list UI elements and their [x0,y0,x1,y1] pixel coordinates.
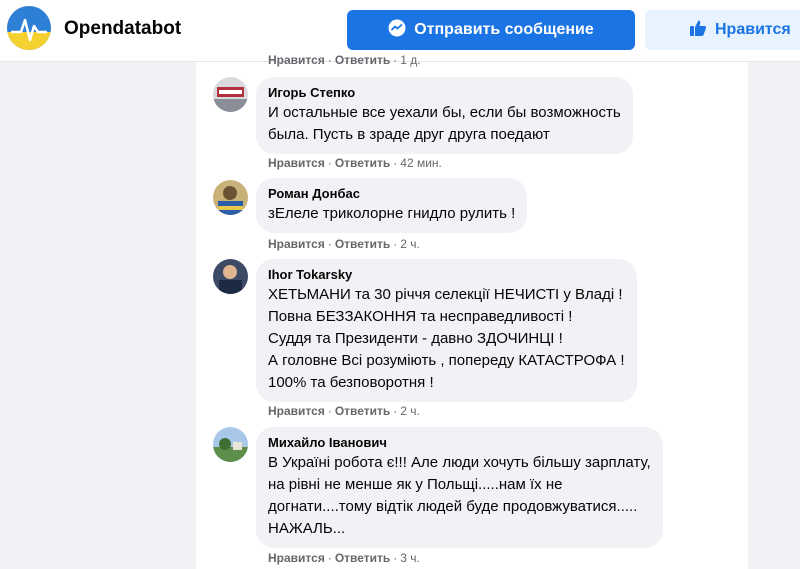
messenger-icon [388,19,406,42]
comment-text-line: зЕлеле триколорне гнидло рулить ! [268,205,516,222]
comment-author[interactable]: Роман Донбас [268,185,515,203]
avatar[interactable] [213,259,248,294]
reply-comment-link[interactable]: Ответить [335,53,390,67]
comment-text-line: Суддя та Президенти - давно ЗДОЧИНЦІ ! [268,330,563,347]
like-comment-link[interactable]: Нравится [268,237,325,251]
comment-bubble: Ihor Tokarsky ХЕТЬМАНИ та 30 річчя селек… [256,259,637,402]
avatar[interactable] [213,180,248,215]
comment-text-line: В Україні робота є!!! Але люди хочуть бі… [268,454,651,471]
send-message-button[interactable]: Отправить сообщение [347,10,635,50]
avatar[interactable] [213,427,248,462]
comment-text-line: И остальные все уехали бы, если бы возмо… [268,104,621,121]
comment-text-line: ХЕТЬМАНИ та 30 річчя селекції НЕЧИСТІ у … [268,286,623,303]
comment-author[interactable]: Ihor Tokarsky [268,266,625,284]
comment-text-line: 100% та безповоротня ! [268,374,434,391]
comment-timestamp[interactable]: 1 д. [400,53,420,67]
page-logo[interactable] [7,6,51,50]
comment-text-line: догнати....тому відтік людей буде продов… [268,498,638,515]
comment-meta-row: Нравится · Ответить · 42 мин. [268,156,442,170]
comment-text-line: на рівні не менше як у Польщі.....нам їх… [268,476,563,493]
comment-timestamp[interactable]: 2 ч. [400,237,420,251]
comment-timestamp[interactable]: 2 ч. [400,404,420,418]
comment-meta-row: Нравится · Ответить · 3 ч. [268,551,420,565]
send-message-label: Отправить сообщение [414,21,594,38]
page-name[interactable]: Opendatabot [64,18,181,40]
like-comment-link[interactable]: Нравится [268,53,325,67]
thumbs-up-icon [689,19,707,42]
reply-comment-link[interactable]: Ответить [335,404,390,418]
like-page-button[interactable]: Нравится [645,10,800,50]
like-comment-link[interactable]: Нравится [268,156,325,170]
comment-author[interactable]: Игорь Степко [268,84,621,102]
comment-text-line: была. Пусть в зраде друг друга поедают [268,126,550,143]
comment-meta-row: Нравится · Ответить · 1 д. [268,53,421,67]
comment-author[interactable]: Михайло Іванович [268,434,651,452]
comment-meta-row: Нравится · Ответить · 2 ч. [268,404,420,418]
reply-comment-link[interactable]: Ответить [335,237,390,251]
comment-text-line: НАЖАЛЬ... [268,520,346,537]
like-comment-link[interactable]: Нравится [268,404,325,418]
comment-text-line: Повна БЕЗЗАКОННЯ та несправедливості ! [268,308,573,325]
comment-bubble: Роман Донбас зЕлеле триколорне гнидло ру… [256,178,528,233]
comment-bubble: Игорь Степко И остальные все уехали бы, … [256,77,633,154]
avatar[interactable] [213,77,248,112]
comment-timestamp[interactable]: 42 мин. [400,156,442,170]
comment-text-line: А головне Всі розуміють , попереду КАТАС… [268,352,625,369]
reply-comment-link[interactable]: Ответить [335,551,390,565]
comment-bubble: Михайло Іванович В Україні робота є!!! А… [256,427,663,548]
reply-comment-link[interactable]: Ответить [335,156,390,170]
like-page-label: Нравится [715,21,791,38]
comment-meta-row: Нравится · Ответить · 2 ч. [268,237,420,251]
comment-timestamp[interactable]: 3 ч. [400,551,420,565]
like-comment-link[interactable]: Нравится [268,551,325,565]
